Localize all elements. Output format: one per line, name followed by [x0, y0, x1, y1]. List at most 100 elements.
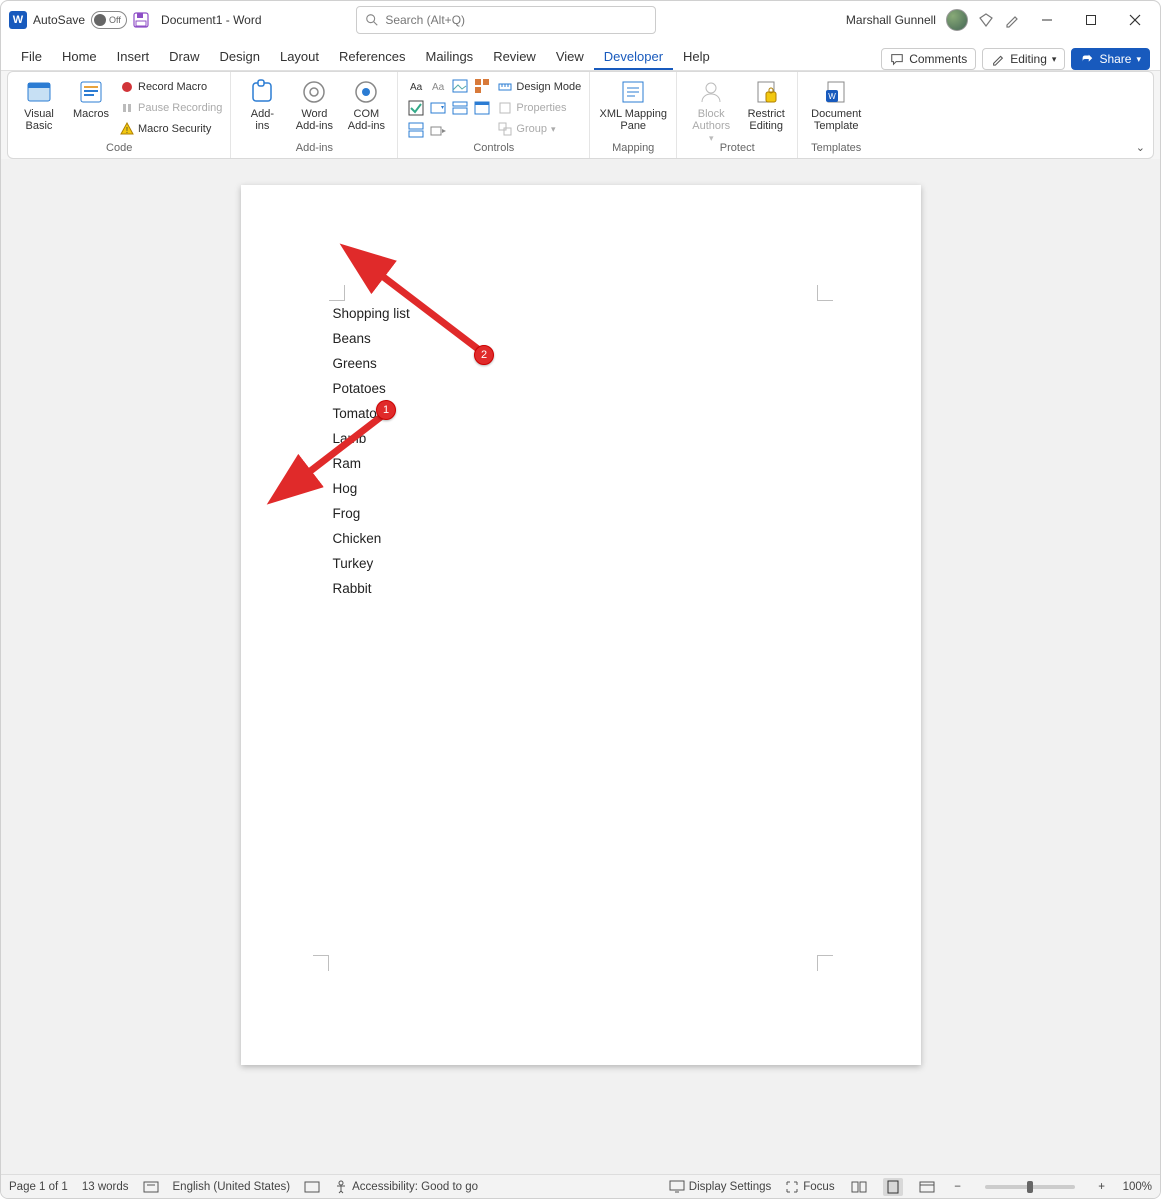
status-page[interactable]: Page 1 of 1 [9, 1181, 68, 1193]
tab-file[interactable]: File [11, 43, 52, 70]
monitor-icon [669, 1180, 685, 1194]
status-words[interactable]: 13 words [82, 1181, 129, 1193]
search-input[interactable]: Search (Alt+Q) [356, 6, 656, 34]
doc-line[interactable]: Turkey [333, 551, 410, 576]
doc-line[interactable]: Rabbit [333, 576, 410, 601]
share-button[interactable]: Share ▾ [1071, 48, 1150, 70]
pen-icon[interactable] [1004, 12, 1020, 28]
dropdown-control-icon[interactable] [450, 98, 470, 118]
document-template-button[interactable]: W Document Template [806, 76, 866, 132]
comment-icon [890, 52, 904, 66]
plain-text-control-icon[interactable]: Aa [428, 76, 448, 96]
document-body[interactable]: Shopping list Beans Greens Potatoes Toma… [333, 301, 410, 601]
comments-button[interactable]: Comments [881, 48, 976, 70]
macro-security-button[interactable]: ! Macro Security [120, 120, 222, 138]
record-macro-button[interactable]: Record Macro [120, 78, 222, 96]
chevron-down-icon: ▾ [1052, 54, 1057, 65]
minimize-button[interactable] [1030, 6, 1064, 34]
ribbon-group-code: Visual Basic Macros Record Macro Pause R… [8, 72, 231, 158]
page[interactable]: Shopping list Beans Greens Potatoes Toma… [241, 185, 921, 1065]
controls-gallery: Aa Aa [406, 76, 492, 140]
svg-text:W: W [828, 92, 836, 101]
tab-view[interactable]: View [546, 43, 594, 70]
checkbox-control-icon[interactable] [406, 98, 426, 118]
status-predictions-icon[interactable] [304, 1180, 320, 1194]
search-icon [365, 13, 379, 27]
doc-line[interactable]: Shopping list [333, 301, 410, 326]
macros-button[interactable]: Macros [68, 76, 114, 120]
zoom-level[interactable]: 100% [1123, 1181, 1152, 1193]
status-spellcheck-icon[interactable] [143, 1180, 159, 1194]
ruler-icon [498, 80, 512, 94]
read-mode-button[interactable] [849, 1178, 869, 1196]
date-picker-control-icon[interactable] [472, 98, 492, 118]
doc-line[interactable]: Greens [333, 351, 410, 376]
tab-help[interactable]: Help [673, 43, 720, 70]
close-button[interactable] [1118, 6, 1152, 34]
title-bar: W AutoSave Off Document1 - Word Search (… [1, 1, 1160, 39]
chevron-down-icon: ▾ [551, 124, 556, 135]
maximize-button[interactable] [1074, 6, 1108, 34]
addins-button[interactable]: Add- ins [239, 76, 285, 132]
ribbon-group-protect: Block Authors ▾ Restrict Editing Protect [677, 72, 798, 158]
ribbon-group-templates: W Document Template Templates [798, 72, 874, 158]
chevron-down-icon: ▾ [709, 134, 714, 144]
margin-mark [329, 285, 345, 301]
tab-developer[interactable]: Developer [594, 43, 673, 70]
properties-icon [498, 101, 512, 115]
xml-mapping-button[interactable]: XML Mapping Pane [598, 76, 668, 132]
picture-control-icon[interactable] [450, 76, 470, 96]
editing-dropdown[interactable]: Editing ▾ [982, 48, 1065, 70]
status-bar: Page 1 of 1 13 words English (United Sta… [1, 1174, 1160, 1198]
print-layout-button[interactable] [883, 1178, 903, 1196]
repeating-section-control-icon[interactable] [406, 120, 426, 140]
focus-button[interactable]: Focus [785, 1180, 834, 1194]
tab-mailings[interactable]: Mailings [416, 43, 484, 70]
status-accessibility[interactable]: Accessibility: Good to go [334, 1180, 478, 1194]
zoom-out-button[interactable]: − [951, 1181, 965, 1193]
doc-line[interactable]: Lamb [333, 426, 410, 451]
margin-mark [313, 955, 329, 971]
doc-line[interactable]: Ram [333, 451, 410, 476]
svg-text:Aa: Aa [432, 82, 445, 93]
design-mode-button[interactable]: Design Mode [498, 78, 581, 96]
status-language[interactable]: English (United States) [173, 1181, 291, 1193]
tab-references[interactable]: References [329, 43, 415, 70]
web-layout-button[interactable] [917, 1178, 937, 1196]
avatar[interactable] [946, 9, 968, 31]
word-addins-button[interactable]: Word Add-ins [291, 76, 337, 132]
display-settings-button[interactable]: Display Settings [669, 1180, 771, 1194]
svg-text:Aa: Aa [410, 82, 423, 93]
building-block-control-icon[interactable] [472, 76, 492, 96]
doc-line[interactable]: Tomatoes [333, 401, 410, 426]
com-addins-button[interactable]: COM Add-ins [343, 76, 389, 132]
combobox-control-icon[interactable] [428, 98, 448, 118]
doc-line[interactable]: Hog [333, 476, 410, 501]
document-canvas[interactable]: Shopping list Beans Greens Potatoes Toma… [1, 159, 1160, 1174]
document-title: Document1 - Word [161, 13, 261, 27]
tab-design[interactable]: Design [210, 43, 270, 70]
doc-line[interactable]: Potatoes [333, 376, 410, 401]
save-icon[interactable] [133, 12, 149, 28]
tab-draw[interactable]: Draw [159, 43, 209, 70]
doc-line[interactable]: Beans [333, 326, 410, 351]
visual-basic-button[interactable]: Visual Basic [16, 76, 62, 132]
autosave-toggle[interactable]: Off [91, 11, 127, 29]
legacy-tools-icon[interactable] [428, 120, 448, 140]
zoom-in-button[interactable]: + [1095, 1181, 1109, 1193]
restrict-editing-button[interactable]: Restrict Editing [743, 76, 789, 132]
pencil-icon [991, 52, 1005, 66]
block-authors-button: Block Authors ▾ [685, 76, 737, 144]
rich-text-control-icon[interactable]: Aa [406, 76, 426, 96]
properties-button: Properties [498, 99, 581, 117]
tab-insert[interactable]: Insert [107, 43, 160, 70]
diamond-icon[interactable] [978, 12, 994, 28]
doc-line[interactable]: Frog [333, 501, 410, 526]
collapse-ribbon-button[interactable]: ⌄ [1136, 141, 1145, 154]
word-app-icon: W [9, 11, 27, 29]
doc-line[interactable]: Chicken [333, 526, 410, 551]
tab-review[interactable]: Review [483, 43, 546, 70]
tab-home[interactable]: Home [52, 43, 107, 70]
zoom-slider[interactable] [985, 1185, 1075, 1189]
tab-layout[interactable]: Layout [270, 43, 329, 70]
